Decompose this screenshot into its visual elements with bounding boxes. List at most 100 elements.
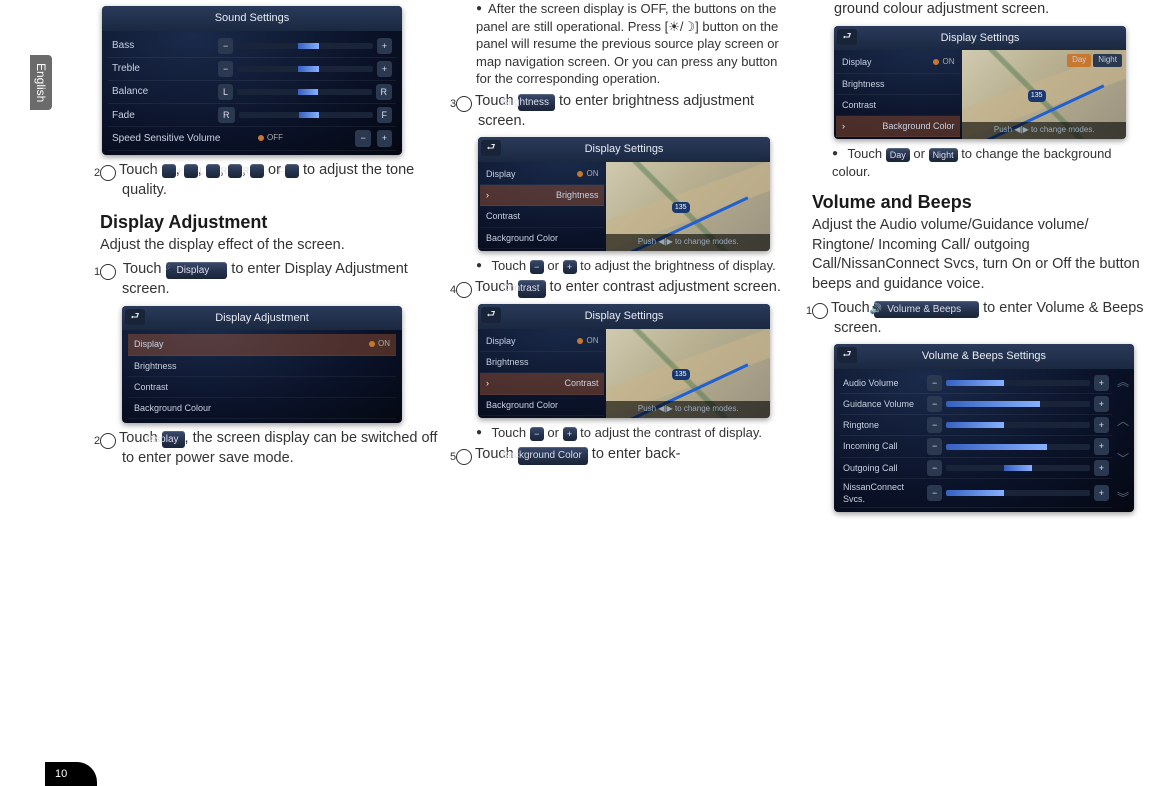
volume-beeps-button-icon[interactable]: 🔊Volume & Beeps xyxy=(874,301,979,319)
map-preview: 135 Push ◀|▶ to change modes. xyxy=(606,329,770,418)
minus-icon[interactable]: − xyxy=(927,417,942,433)
language-tab: English xyxy=(30,55,52,110)
text: Display Settings xyxy=(941,32,1020,44)
text: Display xyxy=(486,335,516,347)
sound-settings-title: Sound Settings xyxy=(102,6,402,31)
day-pill-icon[interactable]: Day xyxy=(886,148,910,162)
menu-display[interactable]: DisplayON xyxy=(836,52,960,73)
display-settings-bgcolor-screenshot: ⮐ Display Settings DisplayON Brightness … xyxy=(834,26,1126,139)
plus-icon[interactable]: + xyxy=(1094,375,1109,391)
r-icon[interactable]: R xyxy=(228,164,242,178)
menu-brightness[interactable]: Brightness xyxy=(128,356,396,377)
plus-icon[interactable]: + xyxy=(1094,396,1109,412)
back-icon[interactable]: ⮐ xyxy=(837,29,857,45)
step-number-2: 2 xyxy=(100,165,116,181)
page-number: 10 xyxy=(45,762,97,786)
night-button[interactable]: Night xyxy=(1093,54,1122,67)
text: ON xyxy=(942,57,954,68)
hint-text: Push ◀|▶ to change modes. xyxy=(606,401,770,418)
f-icon[interactable]: F xyxy=(285,164,299,178)
l-icon[interactable]: L xyxy=(206,164,220,178)
volume-beeps-intro: Adjust the Audio volume/Guidance volume/… xyxy=(812,216,1150,294)
menu-bgcolor[interactable]: Background Color xyxy=(480,228,604,249)
scroll-arrows[interactable]: ︽ ︿ ﹀ ︾ xyxy=(1115,374,1131,506)
r-icon[interactable]: R xyxy=(250,164,264,178)
display-step2: 2Touch Display, the screen display can b… xyxy=(100,429,438,469)
step-number-1: 1 xyxy=(100,264,116,280)
ssv-off-toggle[interactable]: OFF xyxy=(258,133,283,144)
display-pill-icon[interactable]: Display xyxy=(162,431,185,449)
minus-icon[interactable]: − xyxy=(927,375,942,391)
back-icon[interactable]: ⮐ xyxy=(125,309,145,325)
text: Touch xyxy=(847,146,885,161)
minus-icon[interactable]: − xyxy=(927,460,942,476)
minus-icon[interactable]: − xyxy=(927,438,942,454)
text: Touch xyxy=(831,300,874,316)
step5-continuation: ground colour adjustment screen. xyxy=(812,0,1150,20)
menu-contrast[interactable]: Contrast xyxy=(128,377,396,398)
display-step4: 4Touch Contrast to enter contrast adjust… xyxy=(456,278,794,298)
plus-icon[interactable]: + xyxy=(184,164,198,178)
column-2: After the screen display is OFF, the but… xyxy=(456,0,794,518)
r-icon[interactable]: R xyxy=(376,84,393,100)
scroll-down-icon[interactable]: ﹀ xyxy=(1115,451,1131,467)
r-icon[interactable]: R xyxy=(218,107,235,123)
menu-contrast[interactable]: Contrast xyxy=(480,206,604,227)
bgcolor-pill-icon[interactable]: Background Color xyxy=(518,447,588,465)
night-pill-icon[interactable]: Night xyxy=(929,148,958,162)
menu-display[interactable]: DisplayON xyxy=(480,164,604,185)
back-icon[interactable]: ⮐ xyxy=(837,347,857,363)
menu-display[interactable]: DisplayON xyxy=(480,331,604,352)
menu-brightness[interactable]: Brightness xyxy=(480,352,604,373)
display-adjustment-screenshot: ⮐ Display Adjustment DisplayON Brightnes… xyxy=(122,306,402,423)
step-number-3: 3 xyxy=(456,96,472,112)
minus-icon[interactable]: − xyxy=(162,164,176,178)
text: to adjust the brightness of display. xyxy=(577,258,776,273)
plus-icon[interactable]: + xyxy=(377,38,392,54)
minus-icon[interactable]: − xyxy=(530,427,544,441)
plus-icon[interactable]: + xyxy=(377,61,392,77)
row-ssv: Speed Sensitive Volume xyxy=(112,132,252,146)
back-icon[interactable]: ⮐ xyxy=(481,140,501,156)
map-preview: Day Night 135 Push ◀|▶ to change modes. xyxy=(962,50,1126,139)
l-icon[interactable]: L xyxy=(218,84,233,100)
menu-brightness[interactable]: Brightness xyxy=(836,74,960,95)
text: Display Adjustment xyxy=(215,312,309,324)
minus-icon[interactable]: − xyxy=(355,130,370,146)
scroll-bottom-icon[interactable]: ︾ xyxy=(1115,490,1131,506)
menu-bgcolour[interactable]: Background Colour xyxy=(128,398,396,419)
contrast-pill-icon[interactable]: Contrast xyxy=(518,280,546,298)
day-button[interactable]: Day xyxy=(1067,54,1091,67)
ds-bgcolor-title: ⮐ Display Settings xyxy=(834,26,1126,51)
plus-icon[interactable]: + xyxy=(1094,460,1109,476)
text: to adjust the contrast of display. xyxy=(577,425,762,440)
menu-contrast[interactable]: Contrast xyxy=(480,373,604,394)
menu-brightness[interactable]: Brightness xyxy=(480,185,604,206)
plus-icon[interactable]: + xyxy=(1094,417,1109,433)
back-icon[interactable]: ⮐ xyxy=(481,307,501,323)
minus-icon[interactable]: − xyxy=(927,485,942,501)
menu-display[interactable]: DisplayON xyxy=(128,334,396,355)
plus-icon[interactable]: + xyxy=(1094,438,1109,454)
minus-icon[interactable]: − xyxy=(218,61,233,77)
brightness-pill-icon[interactable]: Brightness xyxy=(518,94,555,112)
hint-text: Push ◀|▶ to change modes. xyxy=(962,122,1126,139)
f-icon[interactable]: F xyxy=(377,107,393,123)
menu-bgcolor[interactable]: Background Color xyxy=(480,395,604,416)
menu-contrast[interactable]: Contrast xyxy=(836,95,960,116)
menu-bgcolor[interactable]: Background Color xyxy=(836,116,960,137)
minus-icon[interactable]: − xyxy=(530,260,544,274)
scroll-up-icon[interactable]: ︿ xyxy=(1115,413,1131,429)
scroll-top-icon[interactable]: ︽ xyxy=(1115,374,1131,390)
minus-icon[interactable]: − xyxy=(218,38,233,54)
plus-icon[interactable]: + xyxy=(563,427,577,441)
display-button-icon[interactable]: ☄Display xyxy=(166,262,228,280)
row-ringtone: Ringtone xyxy=(843,419,921,431)
minus-icon[interactable]: − xyxy=(927,396,942,412)
display-settings-brightness-screenshot: ⮐ Display Settings DisplayON Brightness … xyxy=(478,137,770,250)
text: to enter back- xyxy=(588,446,681,462)
plus-icon[interactable]: + xyxy=(563,260,577,274)
plus-icon[interactable]: + xyxy=(377,130,392,146)
sub-brightness: Touch − or + to adjust the brightness of… xyxy=(456,257,794,275)
plus-icon[interactable]: + xyxy=(1094,485,1109,501)
